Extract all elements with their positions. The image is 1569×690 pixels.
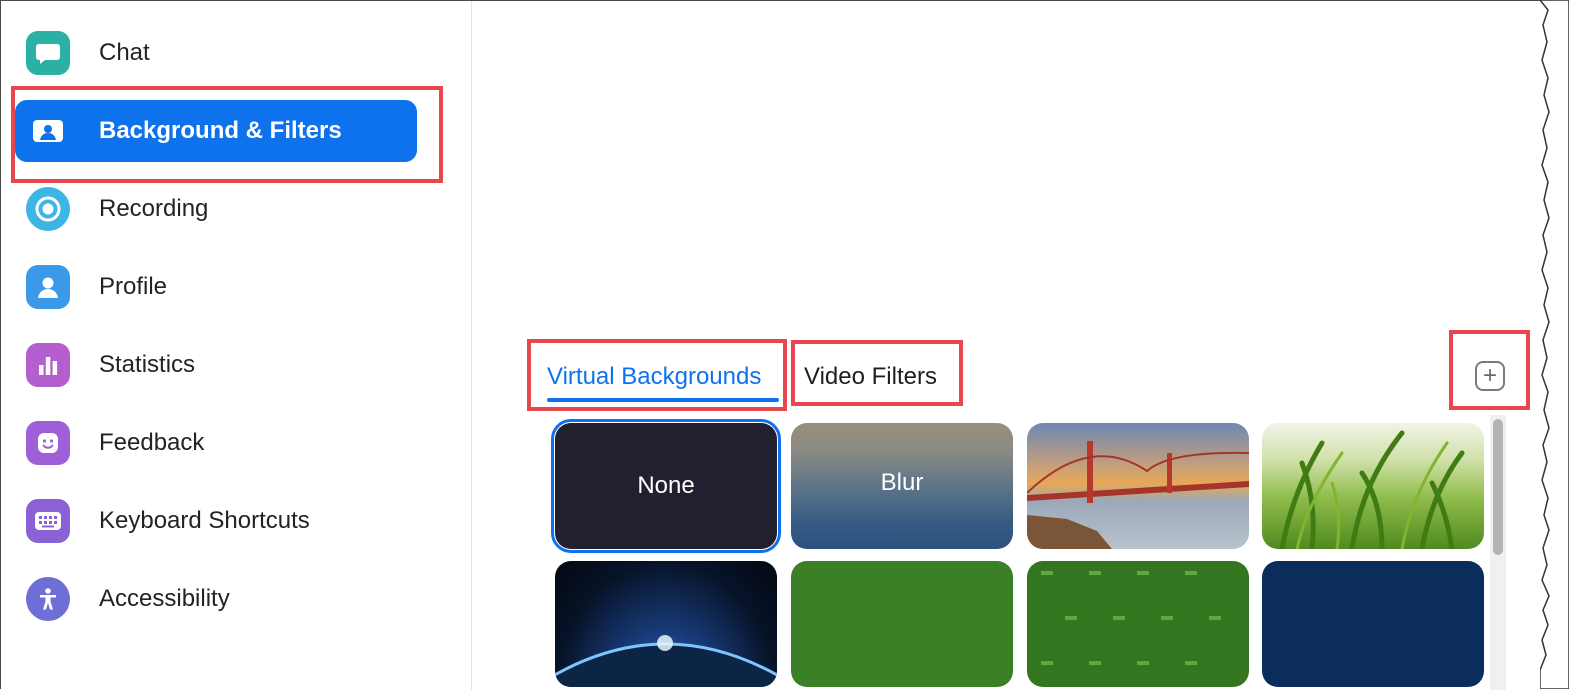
active-tab-underline <box>547 398 779 402</box>
keyboard-icon <box>26 499 70 543</box>
sidebar-item-label: Recording <box>99 195 209 222</box>
sidebar-item-label: Feedback <box>99 429 205 456</box>
earth-image <box>555 635 777 687</box>
backgrounds-scrollbar[interactable] <box>1490 415 1506 690</box>
grass-image <box>1279 430 1465 549</box>
background-thumb-green-branded[interactable] <box>791 561 1013 687</box>
background-thumb-earth-from-space[interactable] <box>555 561 777 687</box>
plus-icon: + <box>1482 362 1497 389</box>
sidebar-item-accessibility[interactable]: Accessibility <box>15 568 417 630</box>
tab-virtual-backgrounds[interactable]: Virtual Backgrounds <box>547 363 761 391</box>
sidebar-item-label: Profile <box>99 273 168 300</box>
sidebar-item-chat[interactable]: Chat <box>15 22 417 84</box>
statistics-icon <box>26 343 70 387</box>
background-label: Blur <box>880 469 924 496</box>
sidebar-item-label: Accessibility <box>99 585 230 612</box>
background-thumb-green-pattern[interactable] <box>1027 561 1249 687</box>
add-background-button[interactable]: + <box>1475 361 1505 391</box>
recording-icon <box>26 187 70 231</box>
sidebar-item-label: Background & Filters <box>99 117 342 144</box>
background-thumb-none[interactable]: None <box>551 419 781 553</box>
sidebar-item-feedback[interactable]: Feedback <box>15 412 417 474</box>
background-thumb-navy-branded[interactable] <box>1262 561 1484 687</box>
background-label: None <box>637 472 695 499</box>
feedback-icon <box>26 421 70 465</box>
background-filters-panel: Virtual Backgrounds Video Filters + None… <box>472 1 1541 690</box>
sidebar-item-background-filters[interactable]: Background & Filters <box>15 100 417 162</box>
tab-video-filters[interactable]: Video Filters <box>804 363 937 391</box>
green-pattern-image <box>1041 571 1221 665</box>
sidebar-item-label: Chat <box>99 39 150 66</box>
chat-icon <box>26 31 70 75</box>
settings-sidebar: Chat Background & Filters Recording Prof… <box>1 1 472 690</box>
torn-paper-edge <box>1540 0 1569 689</box>
background-icon <box>26 109 70 153</box>
background-thumb-grass[interactable] <box>1262 423 1484 549</box>
background-thumb-golden-gate-bridge[interactable] <box>1027 423 1249 549</box>
settings-window: Chat Background & Filters Recording Prof… <box>0 0 1541 690</box>
background-thumb-blur[interactable]: Blur <box>791 423 1013 549</box>
sidebar-item-statistics[interactable]: Statistics <box>15 334 417 396</box>
sidebar-item-recording[interactable]: Recording <box>15 178 417 240</box>
golden-gate-bridge-image <box>1027 441 1249 549</box>
profile-icon <box>26 265 70 309</box>
scrollbar-thumb[interactable] <box>1493 419 1503 555</box>
sidebar-item-label: Keyboard Shortcuts <box>99 507 310 534</box>
sidebar-item-label: Statistics <box>99 351 196 378</box>
sidebar-item-keyboard-shortcuts[interactable]: Keyboard Shortcuts <box>15 490 417 552</box>
sidebar-item-profile[interactable]: Profile <box>15 256 417 318</box>
accessibility-icon <box>26 577 70 621</box>
